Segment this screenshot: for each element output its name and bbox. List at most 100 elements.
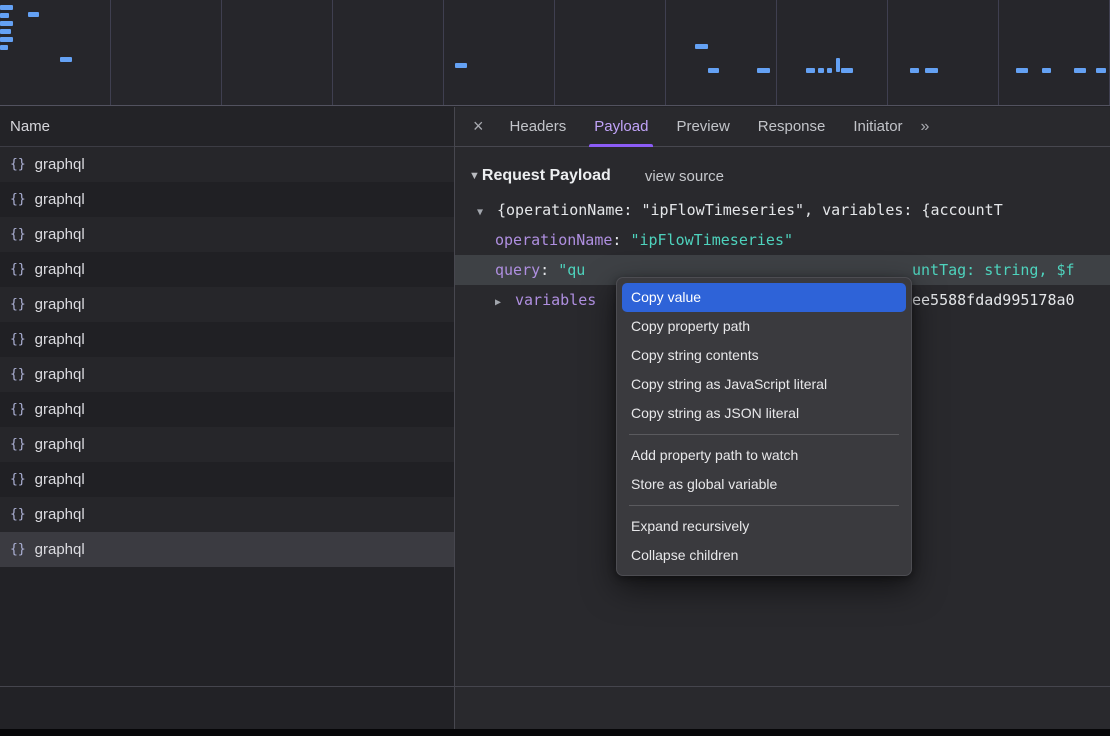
timeline-request-bar bbox=[806, 68, 815, 73]
property-key: query bbox=[495, 261, 540, 279]
json-braces-icon: {} bbox=[10, 157, 26, 172]
request-name: graphql bbox=[35, 296, 85, 313]
request-name: graphql bbox=[35, 506, 85, 523]
timeline-request-bar bbox=[1042, 68, 1051, 73]
timeline-request-bar bbox=[0, 5, 13, 10]
expanded-triangle-icon[interactable]: ▼ bbox=[477, 198, 497, 228]
menu-item-copy-string-contents[interactable]: Copy string contents bbox=[617, 341, 911, 370]
request-row[interactable]: {}graphql bbox=[0, 392, 454, 427]
json-braces-icon: {} bbox=[10, 297, 26, 312]
timeline-request-bar bbox=[1096, 68, 1106, 73]
request-row[interactable]: {} graphql bbox=[0, 322, 454, 357]
json-braces-icon: {} bbox=[10, 437, 26, 452]
request-row[interactable]: {} graphql bbox=[0, 182, 454, 217]
json-braces-icon: {} bbox=[10, 367, 26, 382]
window-bottom-edge bbox=[0, 729, 1110, 736]
payload-root-row[interactable]: ▼{operationName: "ipFlowTimeseries", var… bbox=[469, 195, 1110, 225]
menu-item-copy-string-as-json-literal[interactable]: Copy string as JSON literal bbox=[617, 399, 911, 428]
request-name: graphql bbox=[35, 436, 85, 453]
root-preview-text: {operationName: "ipFlowTimeseries", vari… bbox=[497, 201, 1003, 219]
request-row[interactable]: {} graphql bbox=[0, 462, 454, 497]
menu-item-expand-recursively[interactable]: Expand recursively bbox=[617, 512, 911, 541]
timeline-request-bar bbox=[836, 58, 840, 72]
name-column-header[interactable]: Name bbox=[0, 107, 454, 147]
property-value-end: untTag: string, $f bbox=[912, 255, 1075, 285]
timeline-request-bar bbox=[0, 45, 8, 50]
tab-preview[interactable]: Preview bbox=[662, 107, 743, 147]
network-main-area: Name {} graphql {} graphql {} graphql {} graphq… bbox=[0, 107, 1110, 729]
request-row[interactable]: {} graphql bbox=[0, 497, 454, 532]
close-icon[interactable]: × bbox=[455, 116, 496, 137]
request-row[interactable]: {} graphql bbox=[0, 532, 454, 567]
timeline-request-bar bbox=[0, 13, 9, 18]
json-braces-icon: {} bbox=[10, 402, 26, 417]
timeline-request-bar bbox=[60, 57, 72, 62]
request-row[interactable]: {} graphql bbox=[0, 287, 454, 322]
timeline-request-bar bbox=[0, 29, 11, 34]
menu-item-copy-property-path[interactable]: Copy property path bbox=[617, 312, 911, 341]
timeline-request-bar bbox=[455, 63, 467, 68]
json-braces-icon: {} bbox=[10, 507, 26, 522]
timeline-request-bar bbox=[827, 68, 832, 73]
request-row[interactable]: {} graphql bbox=[0, 357, 454, 392]
request-name: graphql bbox=[35, 226, 85, 243]
request-name: graphql bbox=[35, 471, 85, 488]
menu-separator bbox=[629, 434, 899, 435]
menu-item-store-as-global-variable[interactable]: Store as global variable bbox=[617, 470, 911, 499]
timeline-request-bar bbox=[708, 68, 719, 73]
menu-separator bbox=[629, 505, 899, 506]
property-value-start: "qu bbox=[558, 261, 585, 279]
property-preview-end: ee5588fdad995178a0 bbox=[912, 285, 1075, 315]
timeline-request-bar bbox=[1016, 68, 1028, 73]
tab-response[interactable]: Response bbox=[744, 107, 840, 147]
context-menu: Copy valueCopy property pathCopy string … bbox=[616, 277, 912, 576]
timeline-request-bar bbox=[757, 68, 770, 73]
json-braces-icon: {} bbox=[10, 192, 26, 207]
json-braces-icon: {} bbox=[10, 262, 26, 277]
timeline-request-bar bbox=[910, 68, 919, 73]
payload-row-operationname[interactable]: operationName: "ipFlowTimeseries" bbox=[469, 225, 1110, 255]
view-source-link[interactable]: view source bbox=[645, 168, 724, 185]
json-braces-icon: {} bbox=[10, 472, 26, 487]
request-name: graphql bbox=[35, 366, 85, 383]
request-name: graphql bbox=[35, 261, 85, 278]
tab-headers[interactable]: Headers bbox=[496, 107, 581, 147]
overflow-tabs-icon[interactable]: » bbox=[921, 118, 928, 136]
tab-payload[interactable]: Payload bbox=[580, 107, 662, 147]
request-row[interactable]: {}graphql bbox=[0, 217, 454, 252]
detail-tabbar: × HeadersPayloadPreviewResponseInitiator… bbox=[455, 107, 1110, 147]
request-name: graphql bbox=[35, 331, 85, 348]
timeline-request-bar bbox=[1074, 68, 1086, 73]
menu-item-copy-value[interactable]: Copy value bbox=[622, 283, 906, 312]
timeline-request-bar bbox=[0, 37, 13, 42]
request-name: graphql bbox=[35, 156, 85, 173]
request-row[interactable]: {} graphql bbox=[0, 252, 454, 287]
tab-initiator[interactable]: Initiator bbox=[839, 107, 916, 147]
request-row[interactable]: {} graphql bbox=[0, 147, 454, 182]
footer-divider bbox=[0, 686, 1110, 687]
property-key: operationName bbox=[495, 231, 612, 249]
json-braces-icon: {} bbox=[10, 542, 26, 557]
request-name: graphql bbox=[35, 541, 85, 558]
json-braces-icon: {} bbox=[10, 332, 26, 347]
property-key: variables bbox=[515, 291, 596, 309]
timeline-request-bar bbox=[841, 68, 853, 73]
menu-item-copy-string-as-javascript-literal[interactable]: Copy string as JavaScript literal bbox=[617, 370, 911, 399]
network-overview-timeline[interactable] bbox=[0, 0, 1110, 106]
collapsed-triangle-icon[interactable]: ▶ bbox=[495, 288, 515, 318]
request-row[interactable]: {} graphql bbox=[0, 427, 454, 462]
key-separator: : bbox=[540, 261, 558, 279]
timeline-request-bar bbox=[28, 12, 39, 17]
timeline-request-bar bbox=[925, 68, 938, 73]
request-name: graphql bbox=[35, 191, 85, 208]
menu-item-collapse-children[interactable]: Collapse children bbox=[617, 541, 911, 570]
section-title: Request Payload bbox=[482, 167, 611, 185]
property-value: "ipFlowTimeseries" bbox=[630, 231, 793, 249]
request-payload-header[interactable]: ▼ Request Payload view source bbox=[469, 161, 1110, 191]
timeline-request-bar bbox=[695, 44, 708, 49]
timeline-request-bar bbox=[818, 68, 824, 73]
requests-list-panel: Name {} graphql {} graphql {} graphql {} graphq… bbox=[0, 107, 455, 729]
menu-item-add-property-path-to-watch[interactable]: Add property path to watch bbox=[617, 441, 911, 470]
key-separator: : bbox=[612, 231, 630, 249]
section-expanded-triangle-icon[interactable]: ▼ bbox=[469, 170, 480, 182]
